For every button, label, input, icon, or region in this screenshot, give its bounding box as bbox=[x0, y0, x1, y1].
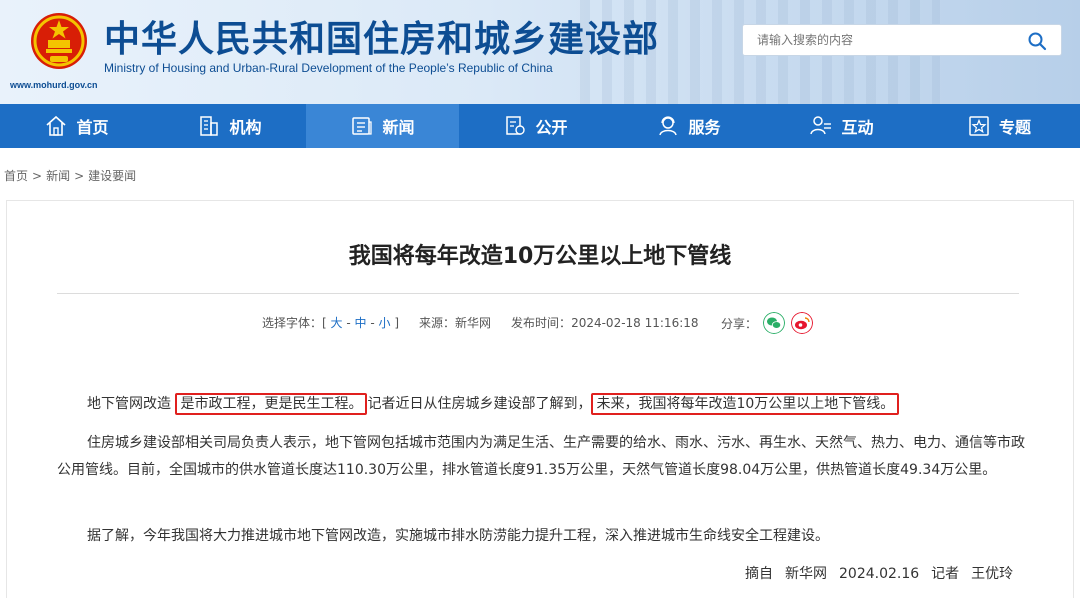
site-title[interactable]: 中华人民共和国住房和城乡建设部 bbox=[104, 10, 659, 62]
credit-reporter: 王优玲 bbox=[971, 566, 1014, 582]
font-separator: - bbox=[366, 316, 379, 330]
nav-item-home[interactable]: 首页 bbox=[0, 104, 153, 148]
search-box bbox=[742, 24, 1062, 56]
home-icon bbox=[46, 115, 67, 136]
nav-item-public[interactable]: 公开 bbox=[459, 104, 612, 148]
source-label: 来源： bbox=[419, 316, 456, 330]
nav-label: 互动 bbox=[841, 118, 874, 137]
site-header: www.mohurd.gov.cn 中华人民共和国住房和城乡建设部 Minist… bbox=[0, 0, 1080, 104]
nav-label: 服务 bbox=[688, 118, 721, 137]
wechat-share-icon[interactable] bbox=[763, 312, 786, 334]
main-nav: 首页 机构 新闻 公开 服务 互动 专题 bbox=[0, 104, 1080, 148]
article-title: 我国将每年改造10万公里以上地下管线 bbox=[348, 244, 732, 269]
source-value: 新华网 bbox=[455, 316, 492, 330]
credit-from-label: 摘自 bbox=[745, 566, 773, 582]
share-label: 分享： bbox=[721, 316, 758, 331]
nav-item-org[interactable]: 机构 bbox=[153, 104, 306, 148]
breadcrumb: 首页 > 新闻 > 建设要闻 bbox=[4, 167, 136, 184]
nav-label: 首页 bbox=[76, 118, 109, 137]
interaction-icon bbox=[810, 116, 832, 135]
paragraph-text: 记者近日从住房城乡建设部了解到， bbox=[367, 396, 592, 412]
building-icon bbox=[200, 116, 219, 136]
font-size-label: 选择字体：[ bbox=[262, 316, 327, 330]
weibo-share-icon[interactable] bbox=[791, 312, 814, 334]
breadcrumb-construction-news[interactable]: 建设要闻 bbox=[88, 169, 136, 183]
font-size-close: ] bbox=[394, 316, 400, 330]
nav-item-topic[interactable]: 专题 bbox=[918, 104, 1080, 148]
nav-item-news[interactable]: 新闻 bbox=[306, 104, 459, 148]
nav-label: 专题 bbox=[998, 118, 1031, 137]
nav-item-service[interactable]: 服务 bbox=[612, 104, 765, 148]
article-credit: 摘自 新华网 2024.02.16 记者 王优玲 bbox=[745, 563, 1025, 583]
publish-time-label: 发布时间： bbox=[511, 316, 572, 330]
paragraph-text: 据了解，今年我国将大力推进城市地下管网改造，实施城市排水防涝能力提升工程，深入推… bbox=[87, 528, 829, 544]
breadcrumb-news[interactable]: 新闻 bbox=[46, 169, 70, 183]
national-emblem-icon[interactable] bbox=[28, 10, 90, 72]
breadcrumb-separator: > bbox=[32, 169, 43, 183]
font-small-link[interactable]: 小 bbox=[378, 316, 390, 330]
search-icon[interactable] bbox=[1027, 31, 1047, 51]
breadcrumb-separator: > bbox=[74, 169, 85, 183]
title-divider bbox=[57, 293, 1019, 294]
article-paragraph-2: 住房城乡建设部相关司局负责人表示，地下管网包括城市范围内为满足生活、生产需要的给… bbox=[57, 430, 1027, 484]
article-paragraph-3: 据了解，今年我国将大力推进城市地下管网改造，实施城市排水防涝能力提升工程，深入推… bbox=[57, 523, 1027, 550]
credit-from: 新华网 bbox=[785, 566, 827, 582]
article-meta: 选择字体：[ 大 - 中 - 小 ] 来源： 新华网 发布时间： 2024-02-1… bbox=[262, 314, 699, 331]
publish-time-value: 2024-02-18 11:16:18 bbox=[571, 315, 699, 330]
service-icon bbox=[659, 116, 678, 136]
nav-label: 机构 bbox=[229, 118, 262, 137]
nav-item-interaction[interactable]: 互动 bbox=[765, 104, 918, 148]
paragraph-text: 地下管网改造 bbox=[87, 396, 171, 412]
share-bar: 分享： bbox=[721, 312, 814, 334]
search-input[interactable] bbox=[743, 25, 1013, 55]
credit-date: 2024.02.16 bbox=[839, 566, 920, 582]
credit-reporter-label: 记者 bbox=[931, 566, 960, 582]
site-title-english: Ministry of Housing and Urban-Rural Deve… bbox=[104, 61, 553, 75]
news-icon bbox=[352, 117, 373, 135]
article-paragraph-1: 地下管网改造 是市政工程，更是民生工程。 记者近日从住房城乡建设部了解到， 未来，我… bbox=[57, 391, 1027, 418]
highlight-box-1: 是市政工程，更是民生工程。 bbox=[175, 393, 368, 415]
document-icon bbox=[506, 116, 526, 135]
font-medium-link[interactable]: 中 bbox=[355, 316, 367, 330]
nav-label: 新闻 bbox=[382, 118, 415, 137]
font-size-selector: 选择字体：[ 大 - 中 - 小 ] bbox=[262, 314, 399, 331]
nav-label: 公开 bbox=[535, 118, 568, 137]
font-separator: - bbox=[342, 316, 355, 330]
breadcrumb-home[interactable]: 首页 bbox=[4, 169, 28, 183]
paragraph-text: 住房城乡建设部相关司局负责人表示，地下管网包括城市范围内为满足生活、生产需要的给… bbox=[57, 435, 1025, 478]
highlight-box-2: 未来，我国将每年改造10万公里以上地下管线。 bbox=[591, 393, 900, 415]
font-large-link[interactable]: 大 bbox=[331, 316, 343, 330]
topic-icon bbox=[969, 116, 989, 136]
site-url: www.mohurd.gov.cn bbox=[10, 80, 98, 90]
